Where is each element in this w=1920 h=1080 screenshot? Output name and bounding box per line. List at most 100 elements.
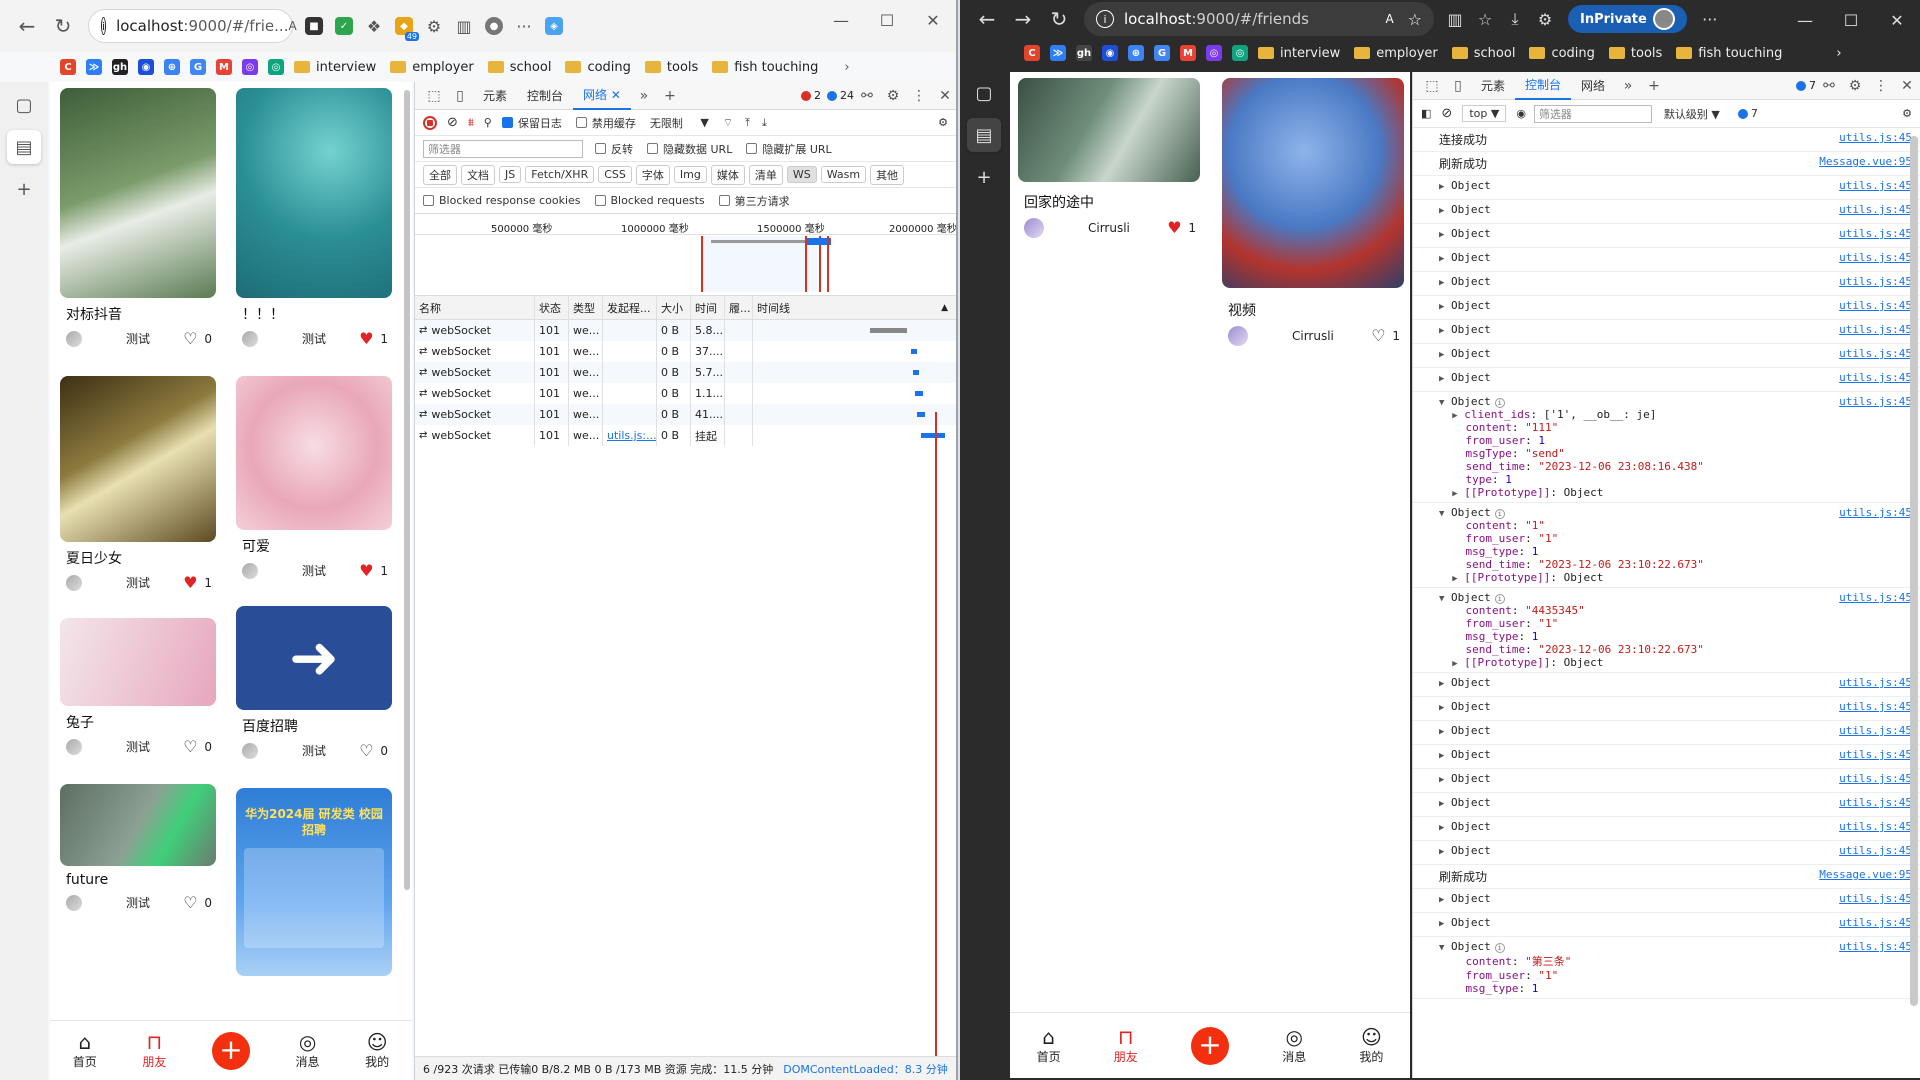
type-media[interactable]: 媒体 (710, 164, 745, 185)
source-link[interactable]: utils.js:45 (1839, 591, 1912, 604)
bookmark-folder-fish-touching[interactable]: fish touching (712, 60, 818, 75)
filter-input[interactable]: 筛选器 (1533, 104, 1652, 123)
maximize-icon[interactable]: ☐ (864, 0, 910, 40)
bookmark-folder-fish-touching[interactable]: fish touching (1676, 46, 1782, 61)
table-row[interactable]: ⇄ webSocket 101 we... utils.js:... 0 B 挂起 (415, 425, 956, 446)
network-settings-icon[interactable]: ⚙ (938, 116, 948, 129)
log-object-expanded[interactable]: ▼ Object i ▶ client_ids: ['1', __ob__: je] … (1413, 392, 1920, 503)
nav-me[interactable]: ☺ 我的 (1359, 1026, 1383, 1065)
bookmark-a-icon[interactable]: ◉ (1102, 45, 1118, 61)
downloads-icon[interactable]: ⤓ (1500, 4, 1530, 34)
type-ws[interactable]: WS (786, 166, 817, 183)
close-devtools-icon[interactable]: ✕ (932, 88, 956, 104)
inspect-icon[interactable]: ⬚ (421, 88, 447, 104)
source-link[interactable]: Message.vue:95 (1819, 868, 1912, 881)
device-toggle-icon[interactable]: ▯ (1445, 78, 1471, 94)
bookmark-gmail-icon[interactable]: M (216, 59, 232, 75)
card-image[interactable] (60, 784, 216, 866)
device-toggle-icon[interactable]: ▯ (447, 88, 473, 104)
log-object-expanded[interactable]: ▼ Object i content: "4435345" from_user: "… (1413, 588, 1920, 673)
log-line[interactable]: ▶ Object utils.js:45 (1413, 320, 1920, 344)
table-row[interactable]: ⇄ webSocket 101 we... 0 B 1.1... (415, 383, 956, 404)
address-bar[interactable]: i localhost :9000/#/friends A ☆ (1084, 2, 1434, 36)
type-doc[interactable]: 文档 (461, 164, 495, 185)
bookmark-google-icon[interactable]: G (1154, 45, 1170, 61)
source-link[interactable]: utils.js:45 (1839, 371, 1912, 384)
feed-card-4[interactable]: 可爱 测试 ♥ 1 (236, 376, 392, 579)
bookmarks-more-icon[interactable]: › (844, 60, 849, 75)
nav-friends[interactable]: ⊓ 朋友 (142, 1031, 166, 1070)
bookmark-folder-school[interactable]: school (487, 60, 551, 75)
nav-me[interactable]: ☺ 我的 (365, 1031, 389, 1070)
back-icon[interactable]: ← (10, 9, 44, 43)
maximize-icon[interactable]: ☐ (1828, 0, 1874, 40)
source-link[interactable]: utils.js:45 (1839, 724, 1912, 737)
bookmarks-more-icon[interactable]: › (1836, 46, 1841, 61)
col-type[interactable]: 类型 (569, 296, 603, 319)
source-link[interactable]: utils.js:45 (1839, 251, 1912, 264)
card-image[interactable] (1222, 78, 1404, 288)
type-font[interactable]: 字体 (635, 164, 670, 185)
feed-card-3[interactable]: 夏日少女 测试 ♥ 1 (60, 376, 216, 591)
add-tab-icon[interactable]: + (657, 88, 683, 104)
tab-actions-icon[interactable]: ▢ (7, 88, 41, 122)
settings-gear-icon[interactable]: ⚙ (880, 88, 906, 104)
source-link[interactable]: utils.js:45 (1839, 844, 1912, 857)
bookmark-chatgpt-icon[interactable]: ◎ (1232, 45, 1248, 61)
hide-ext-url-checkbox[interactable]: 隐藏扩展 URL (746, 141, 832, 157)
nav-friends[interactable]: ⊓ 朋友 (1114, 1026, 1138, 1065)
log-line[interactable]: ▶ Object utils.js:45 (1413, 224, 1920, 248)
friend-card-1[interactable]: 回家的途中 Cirrusli ♥ 1 (1018, 78, 1200, 238)
source-link[interactable]: utils.js:45 (1839, 299, 1912, 312)
feed-scrollbar[interactable] (404, 90, 410, 890)
tab-elements[interactable]: 元素 (473, 82, 517, 110)
favorites-icon[interactable]: ☆ (1470, 4, 1500, 34)
refresh-icon[interactable]: ↻ (1042, 2, 1076, 36)
log-line[interactable]: ▶ Object utils.js:45 (1413, 176, 1920, 200)
forward-icon[interactable]: → (1006, 2, 1040, 36)
invert-checkbox[interactable]: 反转 (595, 141, 633, 157)
feed-card-8[interactable]: 华为2024届 研发类 校园招聘 (236, 788, 392, 976)
card-image[interactable] (1018, 78, 1200, 182)
heart-icon[interactable]: ♥ (358, 562, 374, 579)
ext-a-icon[interactable]: ■ (299, 11, 329, 41)
log-line[interactable]: ▶ Object utils.js:45 (1413, 913, 1920, 937)
bookmark-c-icon[interactable]: ◎ (1206, 45, 1222, 61)
inprivate-badge[interactable]: InPrivate (1568, 5, 1687, 33)
nav-messages[interactable]: ◎ 消息 (296, 1031, 320, 1070)
bookmark-c-icon[interactable]: ◎ (242, 59, 258, 75)
nav-home[interactable]: ⌂ 首页 (73, 1031, 97, 1070)
source-link[interactable]: utils.js:45 (1839, 676, 1912, 689)
split-screen-icon[interactable]: ▥ (449, 11, 479, 41)
table-row[interactable]: ⇄ webSocket 101 we... 0 B 5.8... (415, 320, 956, 341)
log-line[interactable]: ▶ Object utils.js:45 (1413, 817, 1920, 841)
col-priority[interactable]: 履... (725, 296, 753, 319)
source-link[interactable]: utils.js:45 (1839, 179, 1912, 192)
log-line[interactable]: ▶ Object utils.js:45 (1413, 697, 1920, 721)
record-icon[interactable] (423, 115, 437, 130)
source-link[interactable]: utils.js:45 (1839, 347, 1912, 360)
log-line[interactable]: ▶ Object utils.js:45 (1413, 296, 1920, 320)
kebab-menu-icon[interactable]: ⋮ (906, 88, 932, 104)
kebab-menu-icon[interactable]: ⋮ (1868, 78, 1894, 94)
log-line[interactable]: 刷新成功 Message.vue:95 (1413, 865, 1920, 889)
new-tab-icon[interactable]: + (967, 160, 1001, 194)
log-line[interactable]: ▶ Object utils.js:45 (1413, 368, 1920, 392)
nav-messages[interactable]: ◎ 消息 (1282, 1026, 1306, 1065)
close-devtools-icon[interactable]: ✕ (1894, 78, 1920, 94)
source-link[interactable]: utils.js:45 (1839, 323, 1912, 336)
table-row[interactable]: ⇄ webSocket 101 we... 0 B 37.... (415, 341, 956, 362)
ext-puzzle-icon[interactable]: ❖ (359, 11, 389, 41)
card-image[interactable]: 华为2024届 研发类 校园招聘 (236, 788, 392, 976)
minimize-icon[interactable]: — (818, 0, 864, 40)
inspect-icon[interactable]: ⬚ (1419, 78, 1445, 94)
tab-console[interactable]: 控制台 (517, 82, 573, 110)
bookmark-csdn-icon[interactable]: C (1024, 45, 1040, 61)
card-image[interactable] (60, 618, 216, 706)
import-har-icon[interactable]: ⤒ (745, 116, 750, 130)
clear-icon[interactable]: ⊘ (1441, 106, 1452, 121)
card-image[interactable] (236, 376, 392, 530)
feed-card-7[interactable]: future 测试 ♡ 0 (60, 784, 216, 911)
blocked-requests-checkbox[interactable]: Blocked requests (594, 194, 705, 207)
log-line[interactable]: ▶ Object utils.js:45 (1413, 745, 1920, 769)
